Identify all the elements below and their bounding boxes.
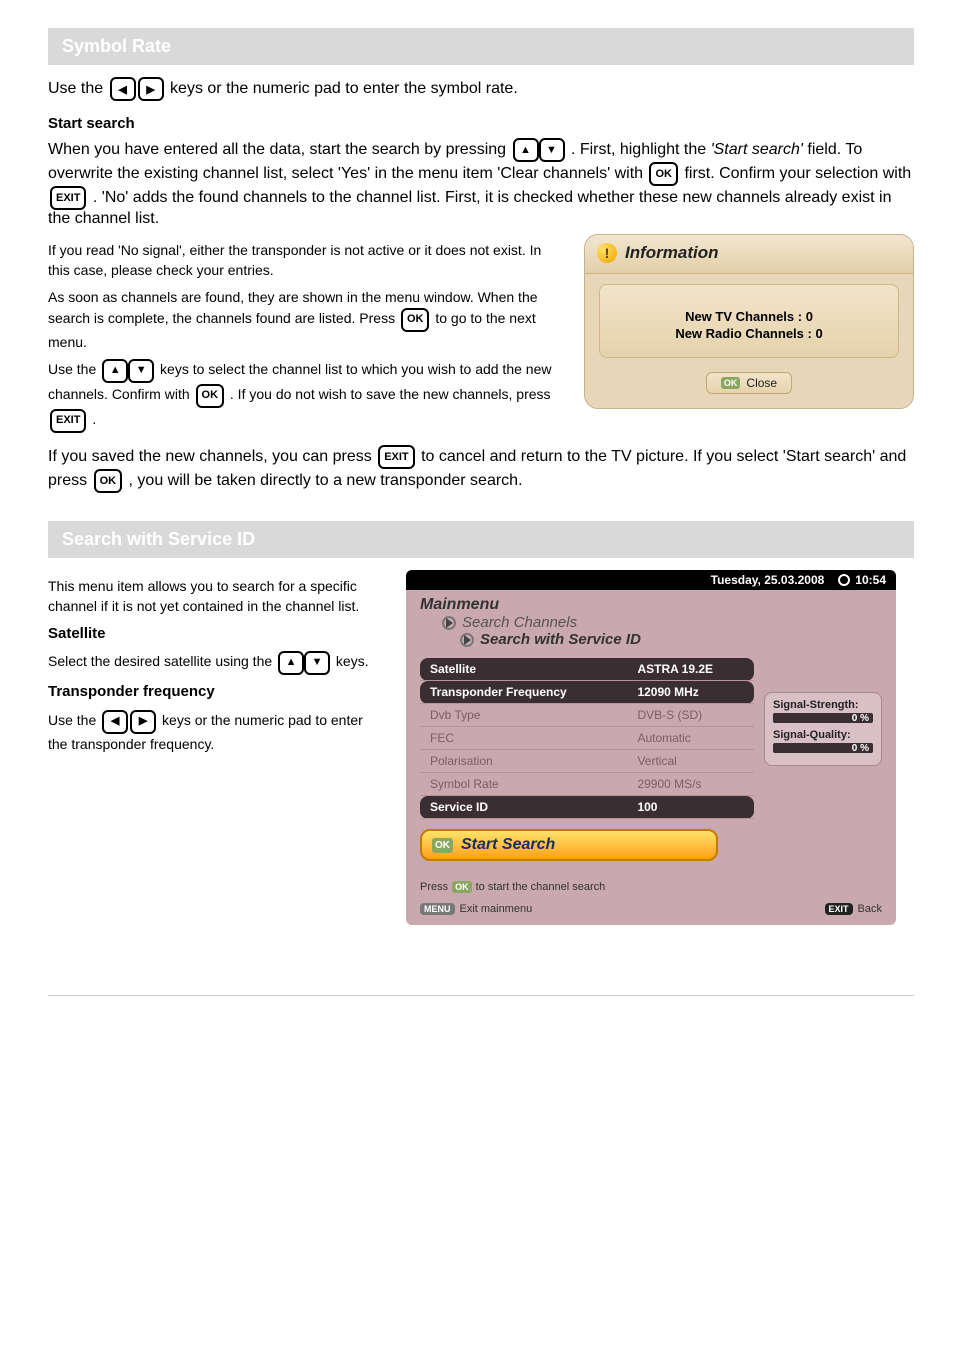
clock-icon xyxy=(838,574,850,586)
table-row[interactable]: SatelliteASTRA 19.2E xyxy=(420,658,754,681)
table-row[interactable]: Dvb TypeDVB-S (SD) xyxy=(420,704,754,727)
param-key: Dvb Type xyxy=(420,704,627,727)
start-search-label: Start Search xyxy=(461,836,555,854)
param-value: Vertical xyxy=(627,750,754,773)
breadcrumb-l2: Search Channels xyxy=(462,614,577,631)
section-header-symbol-rate: Symbol Rate xyxy=(48,28,914,65)
exit-mainmenu-button[interactable]: MENU Exit mainmenu xyxy=(420,903,532,915)
system-time: 10:54 xyxy=(855,573,886,587)
new-radio-channels-line: New Radio Channels : 0 xyxy=(610,326,888,341)
table-row[interactable]: FECAutomatic xyxy=(420,727,754,750)
subhead-start-search: Start search xyxy=(48,115,914,132)
subhead-transponder-frequency: Transponder frequency xyxy=(48,681,378,703)
nosignal-p1: If you read 'No signal', either the tran… xyxy=(48,240,556,281)
transponder-frequency-paragraph: Use the ◀▶ keys or the numeric pad to en… xyxy=(48,709,378,754)
param-key: Transponder Frequency xyxy=(420,681,627,704)
ok-key-icon: OK xyxy=(401,307,430,332)
signal-panel: Signal-Strength: 0 % Signal-Quality: 0 % xyxy=(764,692,882,766)
back-button[interactable]: EXIT Back xyxy=(825,903,882,915)
warning-icon: ! xyxy=(597,243,617,263)
dialog-body: New TV Channels : 0 New Radio Channels :… xyxy=(599,284,899,358)
param-key: Service ID xyxy=(420,796,627,819)
symbolrate-paragraph: Use the ◀▶ keys or the numeric pad to en… xyxy=(48,77,914,101)
breadcrumb-arrow-icon xyxy=(442,616,456,630)
dialog-title: Information xyxy=(625,243,719,263)
breadcrumb-l3: Search with Service ID xyxy=(480,631,641,648)
dialog-titlebar: ! Information xyxy=(585,235,913,274)
signal-quality-label: Signal-Quality: xyxy=(773,729,873,741)
information-dialog-figure: ! Information New TV Channels : 0 New Ra… xyxy=(584,234,914,409)
helper-text: Press OK to start the channel search xyxy=(406,867,896,899)
table-row[interactable]: Service ID100 xyxy=(420,796,754,819)
param-value: DVB-S (SD) xyxy=(627,704,754,727)
param-value: 29900 MS/s xyxy=(627,773,754,796)
parameter-table: SatelliteASTRA 19.2ETransponder Frequenc… xyxy=(420,658,754,819)
ok-badge-icon: OK xyxy=(721,377,741,389)
exit-mainmenu-label: Exit mainmenu xyxy=(460,903,533,915)
up-down-key-icon: ▲▼ xyxy=(513,138,565,162)
close-button[interactable]: OK Close xyxy=(706,372,792,394)
back-label: Back xyxy=(858,903,882,915)
exit-key-icon: EXIT xyxy=(50,186,86,210)
nosignal-p3: Use the ▲▼ keys to select the channel li… xyxy=(48,358,556,433)
table-row[interactable]: Symbol Rate29900 MS/s xyxy=(420,773,754,796)
exit-key-icon: EXIT xyxy=(378,445,414,469)
signal-strength-label: Signal-Strength: xyxy=(773,699,873,711)
up-down-key-icon: ▲▼ xyxy=(278,650,330,675)
exit-key-icon: EXIT xyxy=(50,408,86,433)
param-value: 12090 MHz xyxy=(627,681,754,704)
left-right-key-icon: ◀▶ xyxy=(102,709,156,734)
section-header-service-id: Search with Service ID xyxy=(48,521,914,558)
ok-key-icon: OK xyxy=(94,469,123,493)
page-rule xyxy=(48,995,914,996)
serviceid-intro: This menu item allows you to search for … xyxy=(48,576,378,617)
breadcrumb-l1: Mainmenu xyxy=(420,596,882,614)
signal-strength-bar: 0 % xyxy=(773,713,873,723)
table-row[interactable]: PolarisationVertical xyxy=(420,750,754,773)
ok-badge-icon: OK xyxy=(452,881,472,893)
up-down-key-icon: ▲▼ xyxy=(102,358,154,383)
ok-key-icon: OK xyxy=(196,383,225,408)
signal-quality-bar: 0 % xyxy=(773,743,873,753)
breadcrumb-arrow-icon xyxy=(460,633,474,647)
system-date: Tuesday, 25.03.2008 xyxy=(711,573,825,587)
startsearch-paragraph: When you have entered all the data, star… xyxy=(48,138,914,228)
param-key: Satellite xyxy=(420,658,627,681)
table-row[interactable]: Transponder Frequency12090 MHz xyxy=(420,681,754,704)
search-service-id-menu-figure: Tuesday, 25.03.2008 10:54 Mainmenu Searc… xyxy=(406,570,896,925)
bottom-bar: MENU Exit mainmenu EXIT Back xyxy=(406,899,896,925)
ok-badge-icon: OK xyxy=(432,838,453,853)
section-title: Search with Service ID xyxy=(62,529,255,549)
exit-key-icon: EXIT xyxy=(825,903,853,915)
nosignal-p2: As soon as channels are found, they are … xyxy=(48,287,556,353)
start-search-button[interactable]: OK Start Search xyxy=(420,829,718,861)
system-bar: Tuesday, 25.03.2008 10:54 xyxy=(406,570,896,590)
param-value: ASTRA 19.2E xyxy=(627,658,754,681)
close-button-label: Close xyxy=(746,376,777,390)
param-value: Automatic xyxy=(627,727,754,750)
param-key: Polarisation xyxy=(420,750,627,773)
menu-key-icon: MENU xyxy=(420,903,455,915)
ok-key-icon: OK xyxy=(649,162,678,186)
save-paragraph: If you saved the new channels, you can p… xyxy=(48,445,914,493)
new-tv-channels-line: New TV Channels : 0 xyxy=(610,309,888,324)
section-title: Symbol Rate xyxy=(62,36,171,56)
param-value: 100 xyxy=(627,796,754,819)
left-right-key-icon: ◀▶ xyxy=(110,77,164,101)
satellite-paragraph: Select the desired satellite using the ▲… xyxy=(48,650,378,675)
subhead-satellite: Satellite xyxy=(48,623,378,645)
param-key: Symbol Rate xyxy=(420,773,627,796)
breadcrumb: Mainmenu Search Channels Search with Ser… xyxy=(406,590,896,656)
param-key: FEC xyxy=(420,727,627,750)
